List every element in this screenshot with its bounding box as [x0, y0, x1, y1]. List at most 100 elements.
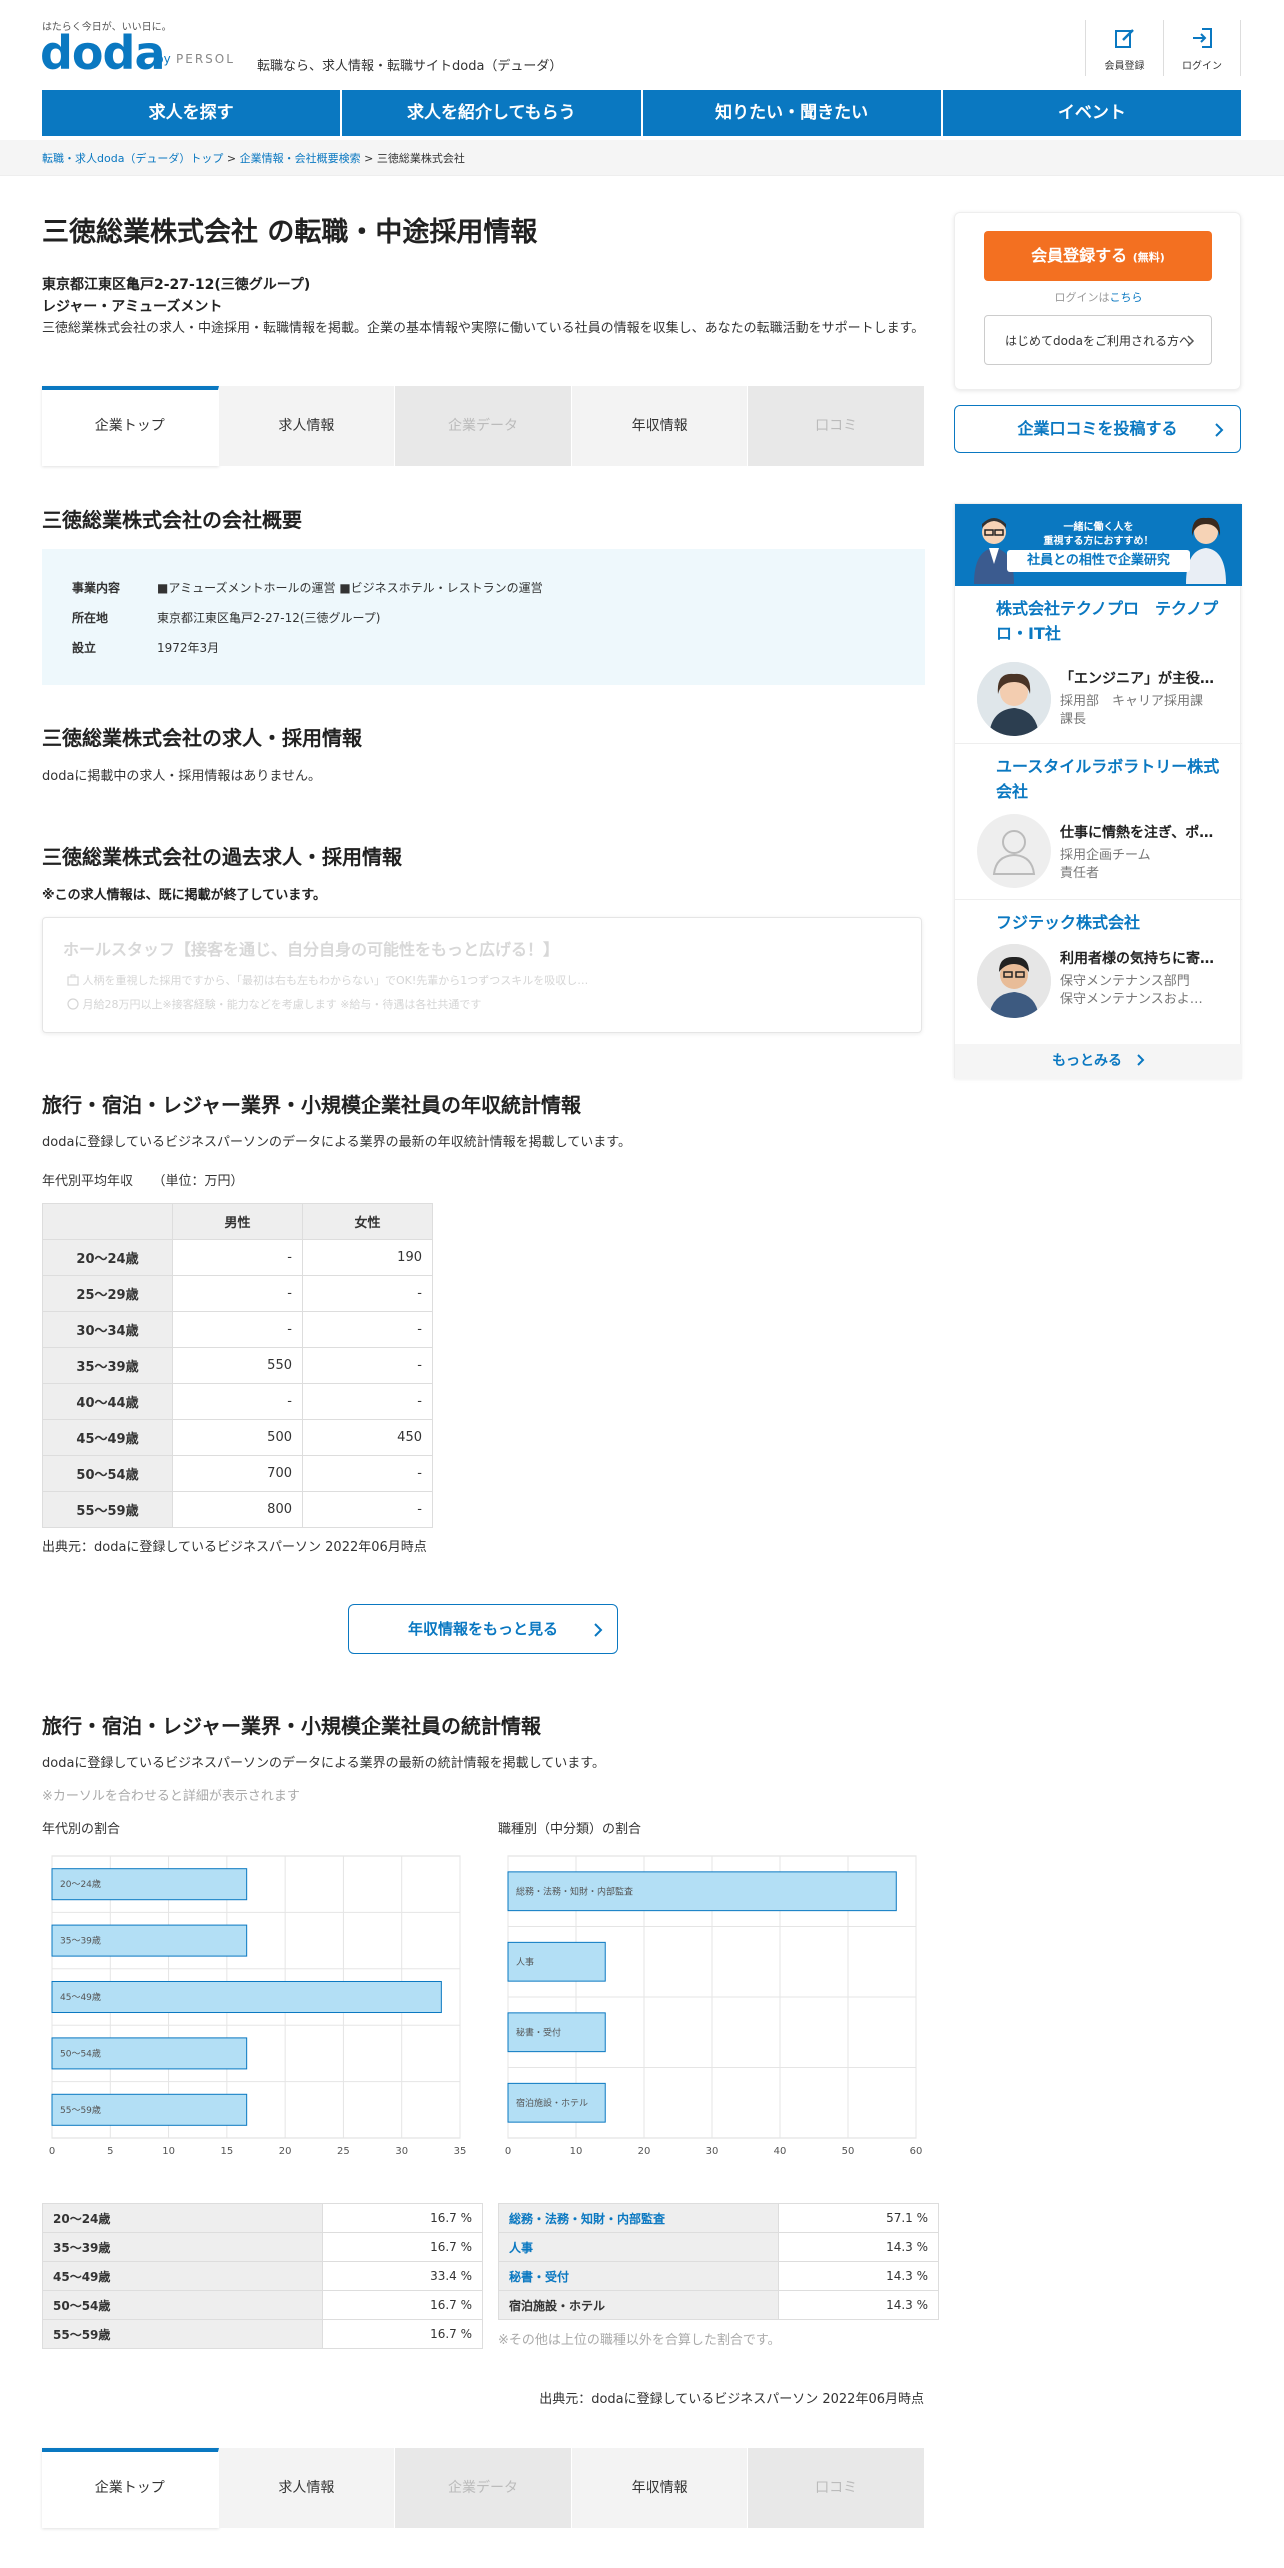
employee-photo-icon: [977, 944, 1051, 1018]
tab-company-top[interactable]: 企業トップ: [42, 2448, 219, 2528]
doda-logo[interactable]: doda: [40, 26, 165, 80]
company-card-headline: 利用者様の気持ちに寄…: [1060, 951, 1214, 967]
banner-pill: 社員との相性で企業研究: [1007, 550, 1190, 572]
salary-age: 50～54歳: [42, 1455, 173, 1492]
overview-value: ■アミューズメントホールの運営 ■ビジネスホテル・レストランの運営: [157, 581, 543, 595]
ratio-value: 57.1 %: [778, 2203, 939, 2233]
tab-jobs[interactable]: 求人情報: [218, 386, 396, 466]
see-more-companies-link[interactable]: もっとみる: [955, 1044, 1242, 1079]
banner-text-2: 重視する方におすすめ！: [1043, 536, 1154, 547]
salary-male: 800: [172, 1491, 303, 1528]
tab-salary[interactable]: 年収情報: [571, 2448, 749, 2528]
company-card-dept: 採用企画チーム: [1060, 848, 1151, 863]
salary-row: 55～59歳 800-: [42, 1491, 433, 1528]
salary-row: 45～49歳 500 450: [42, 1419, 433, 1456]
chart-category-label: 人事: [516, 1956, 534, 1968]
ratio-row: 20～24歳 16.7 %: [42, 2203, 483, 2233]
company-card[interactable]: フジテック株式会社 利用者様の気持ちに寄… 保守メンテナンス部門 保守メンテナン…: [955, 900, 1242, 1044]
ratio-label[interactable]: 総務・法務・知財・内部監査: [498, 2203, 779, 2233]
overview-value: 東京都江東区亀戸2-27-12(三徳グループ): [157, 611, 381, 625]
salary-row: 20～24歳 -190: [42, 1239, 433, 1276]
company-tabs-bottom: 企業トップ 求人情報 企業データ 年収情報 口コミ: [42, 2448, 925, 2528]
salary-male: -: [172, 1383, 303, 1420]
nav-events[interactable]: イベント: [943, 90, 1241, 136]
past-job-salary: 月給28万円以上※接客経験・能力などを考慮します ※給与・待遇は各社共通です: [82, 998, 482, 1011]
job-chart-title: 職種別（中分類）の割合: [498, 1822, 642, 1837]
salary-female: -: [302, 1311, 433, 1348]
tab-salary[interactable]: 年収情報: [571, 386, 749, 466]
header-register-label: 会員登録: [1104, 61, 1145, 72]
overview-row: 事業内容 ■アミューズメントホールの運営 ■ビジネスホテル・レストランの運営: [72, 579, 543, 596]
more-salary-label: 年収情報をもっと見る: [407, 1620, 558, 1638]
overview-value: 1972年3月: [157, 641, 220, 655]
nav-search-jobs[interactable]: 求人を探す: [42, 90, 343, 136]
breadcrumb-company-search-link[interactable]: 企業情報・会社概要検索: [240, 152, 361, 165]
breadcrumb-current: 三徳総業株式会社: [376, 152, 465, 165]
chart-category-label: 55～59歳: [60, 2104, 101, 2116]
chart-tick-label: 10: [570, 2146, 583, 2157]
company-card-headline: 仕事に情熱を注ぎ、ポ…: [1060, 825, 1214, 841]
chart-bar[interactable]: [51, 1980, 442, 2014]
header-register-button[interactable]: 会員登録: [1085, 20, 1163, 76]
banner-text-1: 一緒に働く人を: [1063, 522, 1134, 533]
chart-category-label: 50～54歳: [60, 2047, 101, 2059]
see-more-label: もっとみる: [1052, 1053, 1123, 1069]
tab-reviews: 口コミ: [748, 2448, 925, 2528]
company-card-role: 課長: [1060, 712, 1087, 727]
ratio-row: 55～59歳 16.7 %: [42, 2319, 483, 2349]
ratio-value: 14.3 %: [778, 2232, 939, 2262]
login-link[interactable]: こちら: [1110, 291, 1143, 304]
ratio-row: 人事 14.3 %: [498, 2232, 939, 2262]
yen-icon: [67, 998, 79, 1010]
salary-male: -: [172, 1311, 303, 1348]
nav-learn[interactable]: 知りたい・聞きたい: [643, 90, 943, 136]
employee-research-banner[interactable]: 一緒に働く人を 重視する方におすすめ！ 社員との相性で企業研究: [955, 504, 1242, 586]
company-card-name[interactable]: 株式会社テクノプロ テクノプロ・IT社: [996, 596, 1226, 646]
salary-male: 700: [172, 1455, 303, 1492]
ratio-note: ※その他は上位の職種以外を合算した割合です。: [498, 2333, 781, 2348]
header-login-button[interactable]: ログイン: [1163, 20, 1241, 76]
company-card[interactable]: 株式会社テクノプロ テクノプロ・IT社 「エンジニア」が主役… 採用部 キャリア…: [955, 586, 1242, 744]
salary-age: 55～59歳: [42, 1491, 173, 1528]
site-description: 転職なら、求人情報・転職サイトdoda（デューダ）: [257, 59, 563, 74]
salary-male: 550: [172, 1347, 303, 1384]
past-job-line: 月給28万円以上※接客経験・能力などを考慮します ※給与・待遇は各社共通です: [67, 996, 481, 1012]
overview-box: 事業内容 ■アミューズメントホールの運営 ■ビジネスホテル・レストランの運営 所在…: [42, 549, 925, 685]
nav-job-referral[interactable]: 求人を紹介してもらう: [342, 90, 643, 136]
company-card-role: 責任者: [1060, 866, 1100, 881]
post-review-button[interactable]: 企業口コミを投稿する: [954, 405, 1241, 453]
salary-female: -: [302, 1491, 433, 1528]
company-card-name[interactable]: フジテック株式会社: [996, 910, 1226, 935]
ratio-label[interactable]: 人事: [498, 2232, 779, 2262]
ratio-label[interactable]: 秘書・受付: [498, 2261, 779, 2291]
company-card-dept: 採用部 キャリア採用課: [1060, 694, 1204, 709]
ratio-row: 宿泊施設・ホテル 14.3 %: [498, 2290, 939, 2320]
ratio-value: 14.3 %: [778, 2261, 939, 2291]
chart-tick-label: 60: [910, 2146, 923, 2157]
tab-company-data: 企業データ: [395, 2448, 572, 2528]
more-salary-button[interactable]: 年収情報をもっと見る: [348, 1604, 618, 1654]
tab-jobs[interactable]: 求人情報: [218, 2448, 396, 2528]
breadcrumb-sep: >: [223, 152, 240, 165]
company-tabs: 企業トップ 求人情報 企業データ 年収情報 口コミ: [42, 386, 925, 466]
ratio-label: 50～54歳: [42, 2290, 323, 2320]
chart-tick-label: 0: [49, 2146, 55, 2157]
chart-category-label: 宿泊施設・ホテル: [516, 2097, 588, 2109]
breadcrumb-top-link[interactable]: 転職・求人doda（デューダ）トップ: [42, 152, 223, 165]
chart-tick-label: 25: [337, 2146, 350, 2157]
ratio-row: 秘書・受付 14.3 %: [498, 2261, 939, 2291]
chart-tick-label: 5: [107, 2146, 113, 2157]
chart-tick-label: 40: [774, 2146, 787, 2157]
company-card-name[interactable]: ユースタイルラボラトリー株式会社: [996, 754, 1226, 804]
salary-age: 35～39歳: [42, 1347, 173, 1384]
chart-tick-label: 50: [842, 2146, 855, 2157]
first-time-button[interactable]: はじめてdodaをご利用される方へ: [984, 315, 1212, 365]
tab-company-top[interactable]: 企業トップ: [42, 386, 219, 466]
salary-male: 500: [172, 1419, 303, 1456]
company-card[interactable]: ユースタイルラボラトリー株式会社 仕事に情熱を注ぎ、ポ… 採用企画チーム 責任者: [955, 744, 1242, 900]
header-login-label: ログイン: [1182, 61, 1222, 72]
overview-label: 設立: [72, 641, 97, 655]
register-button[interactable]: 会員登録する (無料): [984, 231, 1212, 281]
past-jobs-note: ※この求人情報は、既に掲載が終了しています。: [42, 888, 326, 903]
chart-tick-label: 15: [220, 2146, 233, 2157]
